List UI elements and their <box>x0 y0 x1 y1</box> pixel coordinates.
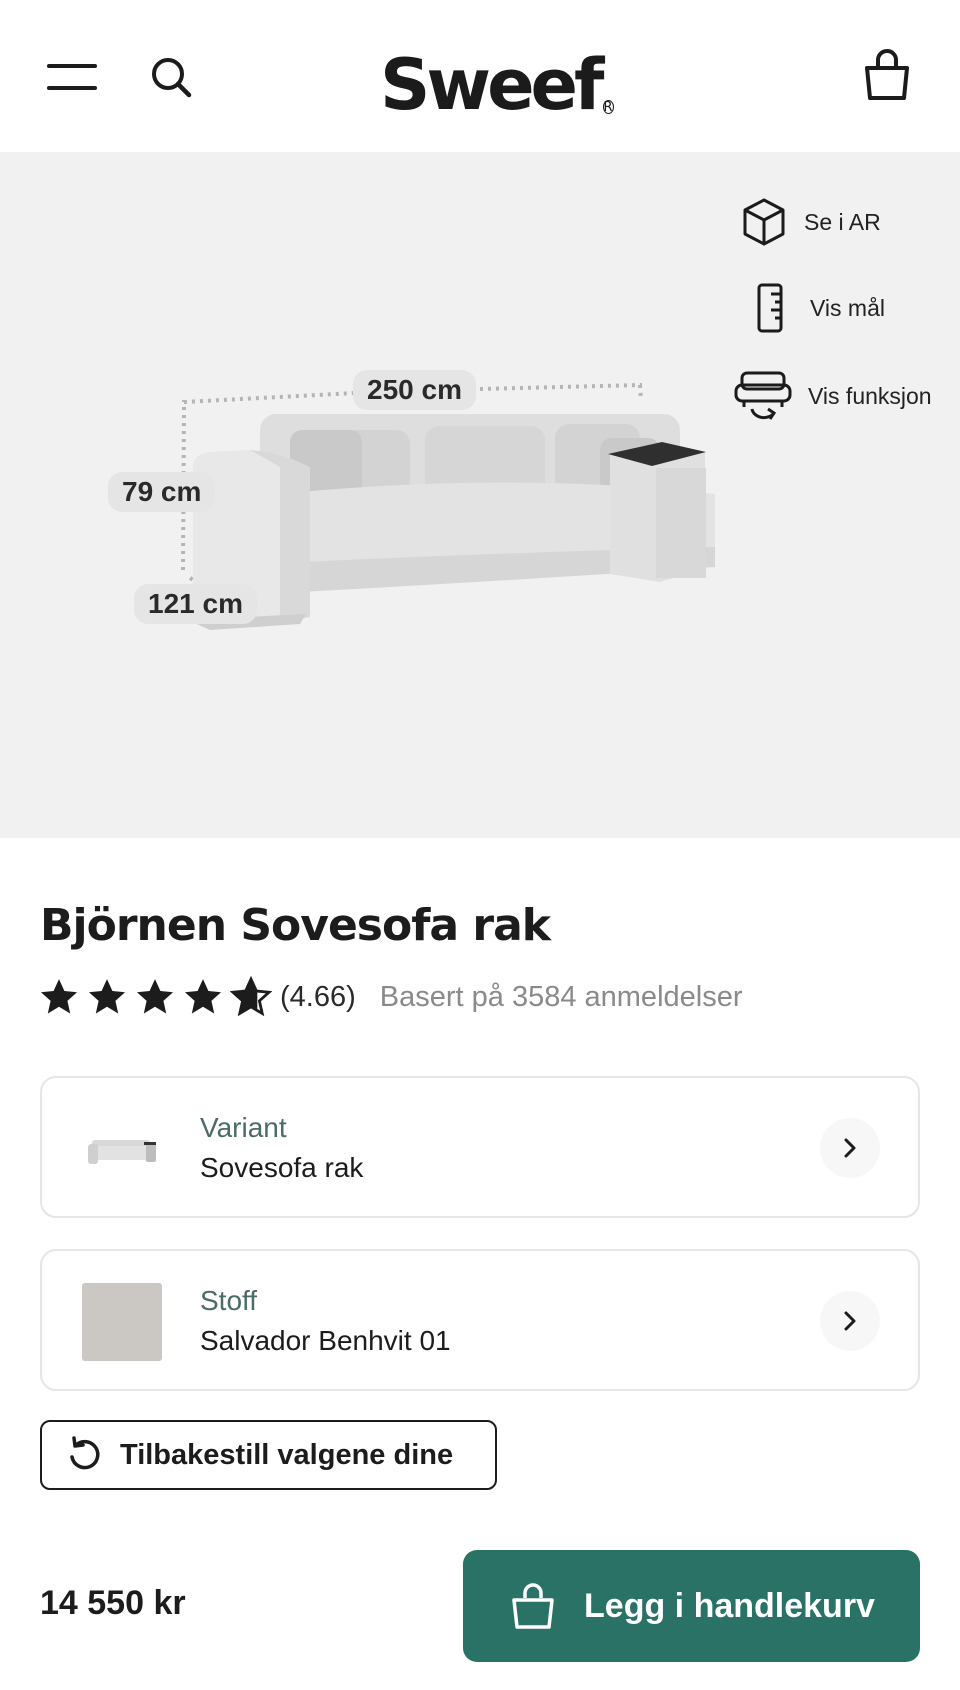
rating-value: (4.66) <box>280 980 356 1013</box>
variant-thumbnail <box>88 1140 156 1164</box>
dimension-height: 79 cm <box>108 472 216 512</box>
refresh-icon <box>70 1436 100 1470</box>
price: 14 550 kr <box>40 1584 186 1622</box>
sweef-logo[interactable]: Sweef R <box>380 30 614 120</box>
registered-mark: R <box>602 99 614 115</box>
fabric-swatch <box>82 1283 162 1361</box>
dimension-depth: 121 cm <box>134 584 257 624</box>
site-header: Sweef R <box>0 0 960 152</box>
star-icon <box>88 979 126 1014</box>
rating-stars <box>38 976 272 1018</box>
product-title: Björnen Sovesofa rak <box>40 900 551 951</box>
show-dimensions-label: Vis mål <box>810 294 885 321</box>
fabric-label: Stoff <box>200 1285 258 1316</box>
fabric-selector[interactable]: Stoff Salvador Benhvit 01 <box>40 1249 920 1391</box>
hamburger-menu-icon[interactable] <box>44 55 100 99</box>
show-function-label: Vis funksjon <box>808 382 932 409</box>
dimension-width: 250 cm <box>353 370 476 410</box>
star-icon <box>40 979 78 1014</box>
cube-icon <box>740 196 788 248</box>
view-in-ar-button[interactable]: Se i AR <box>740 196 881 248</box>
variant-value: Sovesofa rak <box>200 1152 364 1183</box>
rating-row[interactable]: (4.66) Basert på 3584 anmeldelser <box>38 972 743 1022</box>
logo-text: Sweef <box>380 44 604 126</box>
variant-label: Variant <box>200 1112 287 1143</box>
chevron-right-icon[interactable] <box>820 1118 880 1178</box>
search-icon[interactable] <box>144 50 200 106</box>
star-icon <box>136 979 174 1014</box>
add-to-cart-button[interactable]: Legg i handlekurv <box>463 1550 920 1662</box>
shopping-bag-icon <box>512 1583 554 1629</box>
reset-choices-button[interactable]: Tilbakestill valgene dine <box>40 1420 497 1490</box>
show-dimensions-button[interactable]: Vis mål <box>746 282 885 334</box>
variant-selector[interactable]: Variant Sovesofa rak <box>40 1076 920 1218</box>
star-partial-icon <box>230 976 272 1017</box>
ruler-icon <box>746 282 794 334</box>
fabric-value: Salvador Benhvit 01 <box>200 1325 451 1356</box>
star-icon <box>184 979 222 1014</box>
shopping-bag-icon[interactable] <box>856 42 918 110</box>
chevron-right-icon[interactable] <box>820 1291 880 1351</box>
add-to-cart-label: Legg i handlekurv <box>584 1586 875 1625</box>
product-hero: Se i AR Vis mål Vis funksjon 250 cm 79 c… <box>0 152 960 838</box>
review-count-text: Basert på 3584 anmeldelser <box>379 980 743 1013</box>
view-in-ar-label: Se i AR <box>804 208 881 235</box>
reset-choices-label: Tilbakestill valgene dine <box>120 1438 454 1471</box>
